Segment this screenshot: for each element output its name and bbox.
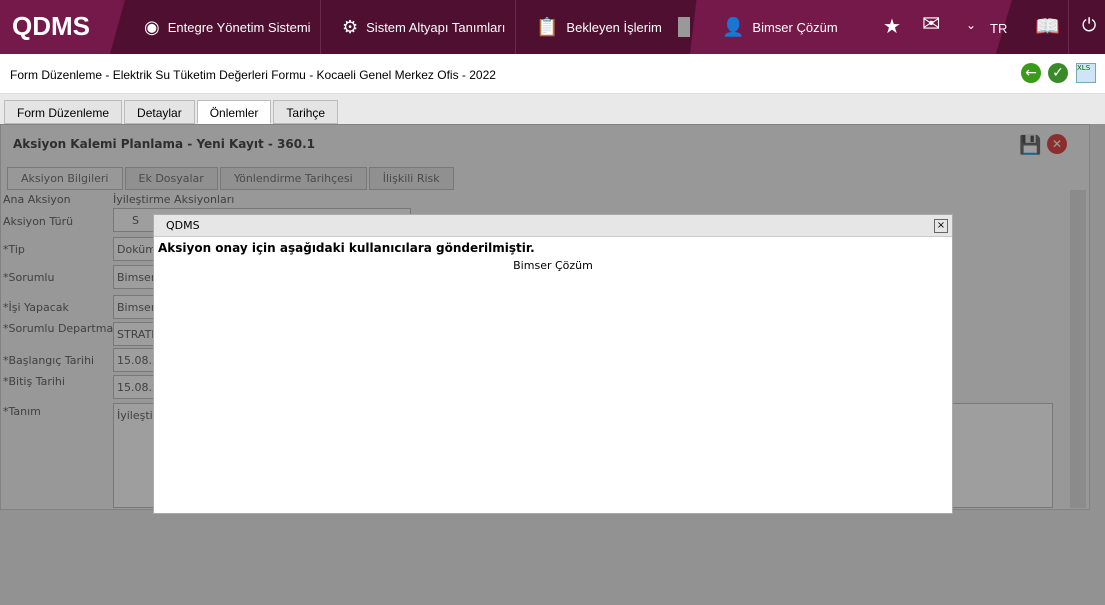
back-icon[interactable]: ← bbox=[1021, 63, 1041, 83]
star-icon[interactable]: ★ bbox=[883, 14, 901, 38]
tab-form-duzenleme[interactable]: Form Düzenleme bbox=[4, 100, 123, 124]
user-name: Bimser Çözüm bbox=[752, 19, 838, 35]
nav-bekleyen[interactable]: 📋 Bekleyen İşlerim bbox=[512, 0, 662, 54]
nav-scroll-handle[interactable] bbox=[678, 17, 690, 37]
dialog-message: Aksiyon onay için aşağıdaki kullanıcılar… bbox=[158, 241, 535, 255]
qdms-logo[interactable]: QDMS bbox=[0, 0, 125, 54]
page-title: Form Düzenleme - Elektrik Su Tüketim Değ… bbox=[0, 54, 1105, 94]
clipboard-icon: 📋 bbox=[536, 16, 559, 37]
nav-label: Entegre Yönetim Sistemi bbox=[167, 19, 311, 35]
manual-icon[interactable]: 📖 bbox=[1035, 14, 1060, 38]
user-menu[interactable]: 👤 Bimser Çözüm bbox=[698, 0, 838, 54]
tab-tarihce[interactable]: Tarihçe bbox=[273, 100, 339, 124]
nav-sistem[interactable]: ⚙ Sistem Altyapı Tanımları bbox=[318, 0, 505, 54]
nav-label: Bekleyen İşlerim bbox=[566, 19, 662, 35]
mail-icon[interactable]: ✉ bbox=[922, 12, 940, 37]
language-select[interactable]: TR bbox=[990, 21, 1007, 36]
user-icon: 👤 bbox=[722, 16, 745, 37]
top-header: QDMS ◉ Entegre Yönetim Sistemi ⚙ Sistem Al… bbox=[0, 0, 1105, 54]
q-icon: ◉ bbox=[144, 16, 160, 37]
close-button[interactable]: × bbox=[934, 219, 948, 233]
chevron-down-icon[interactable]: ⌄ bbox=[966, 18, 976, 32]
dialog-user-list: Bimser Çözüm bbox=[513, 259, 593, 272]
tab-detaylar[interactable]: Detaylar bbox=[124, 100, 195, 124]
check-icon[interactable]: ✓ bbox=[1048, 63, 1068, 83]
dialog-title: QDMS bbox=[154, 215, 952, 237]
info-dialog: QDMS × Aksiyon onay için aşağıdaki kulla… bbox=[153, 214, 953, 514]
export-xls-icon[interactable]: XLS bbox=[1076, 63, 1096, 83]
power-icon[interactable]: ⏻ bbox=[1082, 15, 1096, 36]
nav-label: Sistem Altyapı Tanımları bbox=[366, 19, 506, 35]
nav-entegre[interactable]: ◉ Entegre Yönetim Sistemi bbox=[120, 0, 311, 54]
gear-icon: ⚙ bbox=[342, 16, 359, 37]
main-tabs: Form Düzenleme Detaylar Önlemler Tarihçe bbox=[4, 100, 339, 124]
tab-onlemler[interactable]: Önlemler bbox=[196, 100, 272, 124]
